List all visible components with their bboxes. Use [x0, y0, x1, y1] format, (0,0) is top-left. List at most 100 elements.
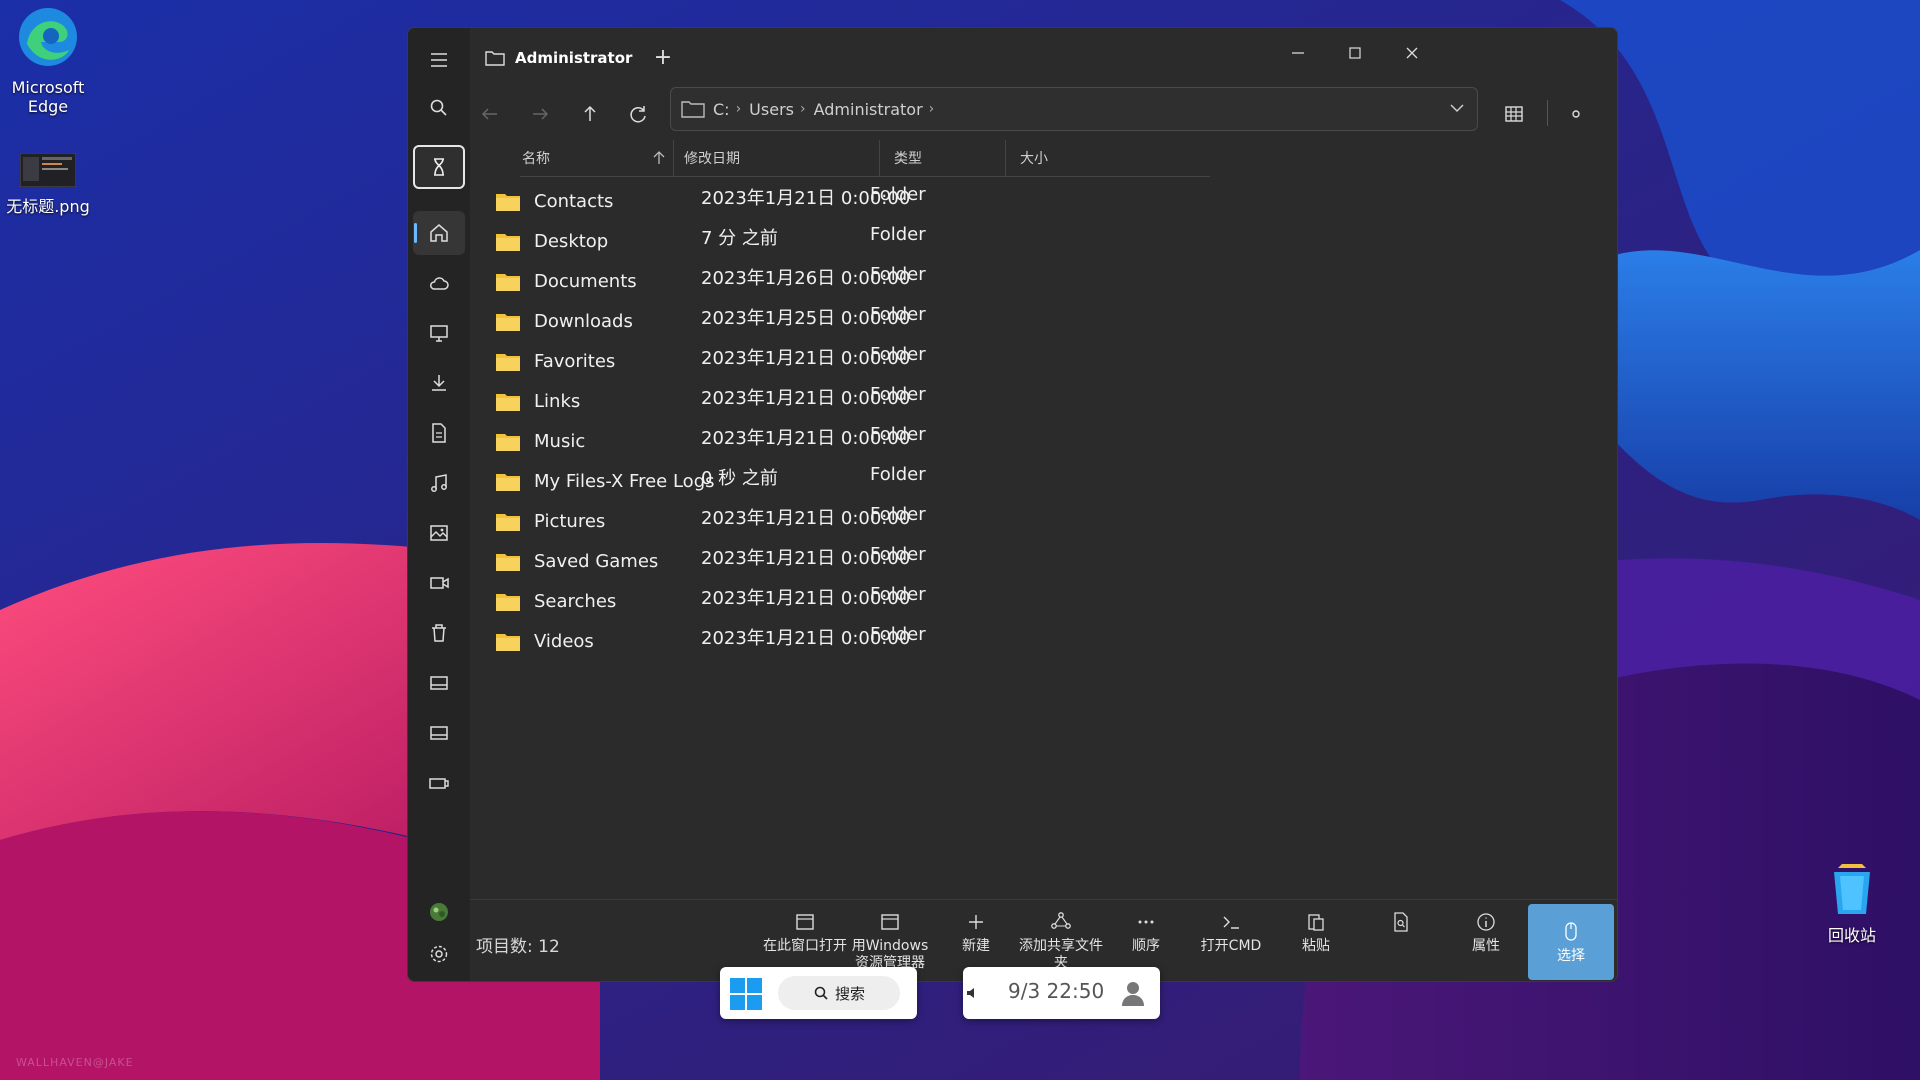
- search-button[interactable]: [413, 86, 465, 130]
- avatar-button[interactable]: [413, 890, 465, 934]
- desktop-icon-label: 回收站: [1827, 926, 1876, 945]
- folder-outline-icon: [485, 51, 505, 66]
- select-button[interactable]: 选择: [1528, 904, 1614, 980]
- file-search-button[interactable]: [1358, 910, 1444, 976]
- forward-button[interactable]: [522, 98, 558, 130]
- settings-button[interactable]: [413, 932, 465, 976]
- documents-button[interactable]: [413, 411, 465, 455]
- row-type: Folder: [870, 624, 926, 645]
- table-row[interactable]: My Files-X Free Logs 0 秒 之前 Folder: [470, 464, 1170, 504]
- row-type: Folder: [870, 384, 926, 405]
- trash-icon: [432, 624, 446, 642]
- table-row[interactable]: Downloads 2023年1月25日 0:00:00 Folder: [470, 304, 1170, 344]
- chevron-right-icon: ›: [928, 101, 935, 117]
- grid-icon: [1505, 106, 1523, 122]
- video-icon: [430, 577, 449, 589]
- table-row[interactable]: Pictures 2023年1月21日 0:00:00 Folder: [470, 504, 1170, 544]
- drive-icon: [430, 726, 448, 740]
- taskbar-left: 搜索: [720, 967, 917, 1019]
- table-row[interactable]: Favorites 2023年1月21日 0:00:00 Folder: [470, 344, 1170, 384]
- menu-button[interactable]: [413, 38, 465, 82]
- column-header-modified[interactable]: 修改日期: [674, 140, 880, 176]
- up-button[interactable]: [572, 98, 608, 130]
- table-row[interactable]: Contacts 2023年1月21日 0:00:00 Folder: [470, 184, 1170, 224]
- desktop-icon-recycle-bin[interactable]: 回收站: [1804, 860, 1900, 945]
- paste-button[interactable]: 粘贴: [1273, 910, 1359, 976]
- windows-logo-icon: [730, 978, 762, 1010]
- network-drive-button[interactable]: [413, 761, 465, 805]
- start-button[interactable]: [728, 976, 764, 1012]
- music-button[interactable]: [413, 461, 465, 505]
- breadcrumb-item[interactable]: C: ›: [713, 100, 741, 119]
- drive-d-button[interactable]: [413, 711, 465, 755]
- new-tab-button[interactable]: +: [648, 42, 678, 72]
- row-type: Folder: [870, 224, 926, 245]
- chevron-down-icon[interactable]: [1447, 98, 1467, 118]
- column-header-name[interactable]: 名称: [522, 140, 674, 176]
- table-row[interactable]: Searches 2023年1月21日 0:00:00 Folder: [470, 584, 1170, 624]
- taskbar-right: 9/3 22:50: [963, 967, 1160, 1019]
- music-icon: [431, 474, 447, 492]
- desktop-icon-png[interactable]: 无标题.png: [0, 152, 96, 216]
- table-row[interactable]: Documents 2023年1月26日 0:00:00 Folder: [470, 264, 1170, 304]
- column-header-type[interactable]: 类型: [880, 140, 1006, 176]
- folder-icon: [496, 234, 520, 251]
- row-name: Favorites: [534, 351, 616, 372]
- desktop-icon-edge[interactable]: Microsoft Edge: [0, 6, 96, 116]
- taskbar-search[interactable]: 搜索: [778, 976, 900, 1010]
- network-drive-icon: [429, 778, 449, 789]
- desktop-icon-label: Microsoft Edge: [11, 78, 85, 116]
- view-grid-button[interactable]: [1496, 98, 1532, 130]
- folder-icon: [496, 354, 520, 371]
- breadcrumb-item[interactable]: Users ›: [749, 100, 805, 119]
- terminal-icon: [1223, 916, 1239, 929]
- recent-button[interactable]: [413, 145, 465, 189]
- table-row[interactable]: Links 2023年1月21日 0:00:00 Folder: [470, 384, 1170, 424]
- mouse-icon: [1565, 922, 1577, 941]
- table-row[interactable]: Videos 2023年1月21日 0:00:00 Folder: [470, 624, 1170, 664]
- tab-label: Administrator: [515, 49, 633, 67]
- taskbar-clock[interactable]: 9/3 22:50: [1008, 979, 1104, 1003]
- column-header-size[interactable]: 大小: [1006, 140, 1132, 176]
- recycle-bin-button[interactable]: [413, 611, 465, 655]
- breadcrumb-item[interactable]: Administrator ›: [814, 100, 935, 119]
- cloud-button[interactable]: [413, 261, 465, 305]
- folder-icon: [496, 554, 520, 571]
- back-button[interactable]: [472, 98, 508, 130]
- drive-c-button[interactable]: [413, 661, 465, 705]
- folder-icon: [496, 634, 520, 651]
- open-cmd-button[interactable]: 打开CMD: [1188, 910, 1274, 976]
- refresh-button[interactable]: [620, 98, 656, 130]
- row-name: Videos: [534, 631, 594, 652]
- cloud-icon: [430, 277, 449, 290]
- row-type: Folder: [870, 424, 926, 445]
- properties-button[interactable]: 属性: [1443, 910, 1529, 976]
- table-row[interactable]: Music 2023年1月21日 0:00:00 Folder: [470, 424, 1170, 464]
- table-row[interactable]: Saved Games 2023年1月21日 0:00:00 Folder: [470, 544, 1170, 584]
- this-pc-button[interactable]: [413, 311, 465, 355]
- home-button[interactable]: [413, 211, 465, 255]
- minimize-icon: [1292, 52, 1304, 54]
- folder-icon: [496, 474, 520, 491]
- row-type: Folder: [870, 544, 926, 565]
- tab-administrator[interactable]: Administrator: [485, 42, 632, 74]
- maximize-button[interactable]: [1332, 38, 1378, 68]
- folder-icon: [496, 314, 520, 331]
- share-icon: [1051, 912, 1071, 929]
- minimize-button[interactable]: [1275, 38, 1321, 68]
- row-name: Documents: [534, 271, 637, 292]
- options-button[interactable]: [1558, 98, 1594, 130]
- plus-icon: [969, 915, 983, 929]
- pictures-button[interactable]: [413, 511, 465, 555]
- file-list: 名称 修改日期 类型 大小 Contacts 2023年1月21日 0:00:00…: [470, 140, 1617, 899]
- downloads-button[interactable]: [413, 361, 465, 405]
- address-bar[interactable]: C: › Users › Administrator ›: [670, 87, 1478, 131]
- row-name: Saved Games: [534, 551, 659, 572]
- videos-button[interactable]: [413, 561, 465, 605]
- row-type: Folder: [870, 584, 926, 605]
- table-row[interactable]: Desktop 7 分 之前 Folder: [470, 224, 1170, 264]
- navigation-rail: [408, 28, 470, 981]
- user-icon[interactable]: [1120, 979, 1146, 1007]
- speaker-icon[interactable]: [965, 983, 979, 1003]
- close-button[interactable]: [1389, 38, 1435, 68]
